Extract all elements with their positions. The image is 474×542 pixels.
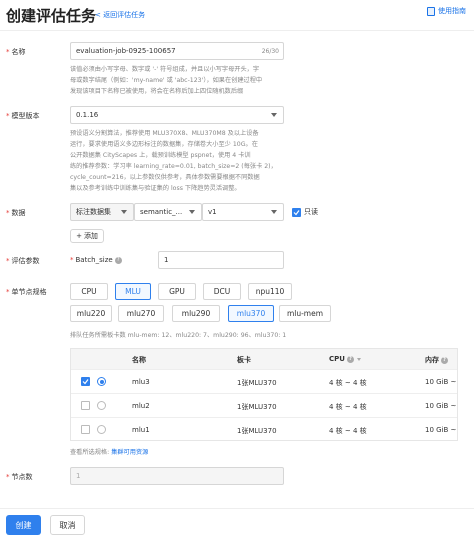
chip-cpu[interactable]: CPU bbox=[70, 283, 108, 300]
model-version-select[interactable]: 0.1.16 bbox=[70, 106, 284, 124]
required-mark: * bbox=[70, 256, 74, 264]
readonly-label: 只读 bbox=[304, 208, 318, 216]
node-count-value: 1 bbox=[76, 472, 81, 480]
name-label: * 名称 bbox=[6, 48, 26, 56]
cluster-resources-link[interactable]: 集群可用资源 bbox=[111, 449, 148, 456]
name-counter: 26/30 bbox=[261, 47, 279, 55]
name-value: evaluation-job-0925-100657 bbox=[76, 47, 176, 55]
table-header: 名称 板卡 CPU? 内存? bbox=[71, 349, 457, 369]
chip-mlu220[interactable]: mlu220 bbox=[70, 305, 112, 322]
cell-name: mlu1 bbox=[132, 426, 150, 434]
header-cpu: CPU? bbox=[329, 355, 361, 363]
cell-name: mlu2 bbox=[132, 402, 150, 410]
chip-mlu290[interactable]: mlu290 bbox=[172, 305, 220, 322]
page-title: 创建评估任务 bbox=[6, 7, 97, 25]
batch-size-value: 1 bbox=[164, 256, 169, 264]
batch-size-label: * Batch_size? bbox=[70, 256, 122, 264]
cell-cpu: 4 核 ~ 4 核 bbox=[329, 379, 367, 387]
sort-icon[interactable] bbox=[356, 357, 361, 361]
add-data-label: 添加 bbox=[83, 232, 98, 240]
chip-mlu270[interactable]: mlu270 bbox=[118, 305, 164, 322]
plus-icon: + bbox=[76, 232, 82, 240]
table-row[interactable]: mlu1 1张MLU370 4 核 ~ 4 核 10 GiB ~ bbox=[71, 417, 457, 441]
name-input[interactable]: evaluation-job-0925-100657 26/30 bbox=[70, 42, 284, 60]
chip-mlu-mem[interactable]: mlu-mem bbox=[279, 305, 331, 322]
guide-label: 使用指南 bbox=[438, 7, 466, 15]
cell-card: 1张MLU370 bbox=[237, 427, 277, 435]
cell-cpu: 4 核 ~ 4 核 bbox=[329, 403, 367, 411]
chevron-left-icon: < bbox=[95, 11, 101, 19]
chip-mlu[interactable]: MLU bbox=[115, 283, 151, 300]
dataset-value: semantic_... bbox=[140, 208, 183, 216]
batch-size-input[interactable]: 1 bbox=[158, 251, 284, 269]
dataset-version-select[interactable]: v1 bbox=[202, 203, 284, 221]
chevron-down-icon bbox=[271, 210, 277, 214]
cell-mem: 10 GiB ~ bbox=[425, 378, 457, 386]
required-mark: * bbox=[6, 473, 10, 481]
help-icon[interactable]: ? bbox=[114, 256, 122, 264]
cell-card: 1张MLU370 bbox=[237, 379, 277, 387]
help-icon[interactable]: ? bbox=[346, 355, 354, 363]
cell-mem: 10 GiB ~ bbox=[425, 426, 457, 434]
chevron-down-icon bbox=[271, 113, 277, 117]
table-row[interactable]: mlu2 1张MLU370 4 核 ~ 4 核 10 GiB ~ bbox=[71, 393, 457, 417]
spec-footer: 查看所选规格: 集群可用资源 bbox=[70, 449, 149, 456]
node-count-input[interactable]: 1 bbox=[70, 467, 284, 485]
data-label: * 数据 bbox=[6, 209, 26, 217]
row-radio[interactable] bbox=[97, 401, 106, 410]
header-name: 名称 bbox=[132, 356, 146, 364]
chevron-down-icon bbox=[189, 210, 195, 214]
row-checkbox[interactable] bbox=[81, 425, 90, 434]
row-checkbox[interactable] bbox=[81, 377, 90, 386]
required-mark: * bbox=[6, 257, 10, 265]
dataset-select[interactable]: semantic_... bbox=[134, 203, 202, 221]
required-mark: * bbox=[6, 288, 10, 296]
cancel-button[interactable]: 取消 bbox=[50, 515, 85, 535]
dataset-version-value: v1 bbox=[208, 208, 217, 216]
chip-gpu[interactable]: GPU bbox=[158, 283, 196, 300]
row-radio[interactable] bbox=[97, 425, 106, 434]
model-version-label: * 模型版本 bbox=[6, 112, 40, 120]
model-version-help: 预设语义分割算法，推荐使用 MLU370X8、MLU370M8 及以上设备 运行… bbox=[70, 130, 277, 192]
back-link-label: 返回评估任务 bbox=[103, 11, 146, 19]
data-type-value: 标注数据集 bbox=[76, 208, 111, 216]
node-count-label: * 节点数 bbox=[6, 473, 33, 481]
check-icon bbox=[292, 207, 301, 217]
required-mark: * bbox=[6, 209, 10, 217]
help-icon[interactable]: ? bbox=[441, 356, 448, 364]
chip-npu110[interactable]: npu110 bbox=[248, 283, 292, 300]
cell-name: mlu3 bbox=[132, 378, 150, 386]
node-spec-label: * 单节点规格 bbox=[6, 288, 47, 296]
row-radio[interactable] bbox=[97, 377, 106, 386]
queue-info: 排队任务所需板卡数 mlu-mem: 12、mlu220: 7、mlu290: … bbox=[70, 332, 287, 339]
required-mark: * bbox=[6, 112, 10, 120]
eval-params-label: * 评估参数 bbox=[6, 257, 40, 265]
back-link[interactable]: < 返回评估任务 bbox=[95, 10, 145, 20]
table-row[interactable]: mlu3 1张MLU370 4 核 ~ 4 核 10 GiB ~ bbox=[71, 369, 457, 393]
guide-link[interactable]: 使用指南 bbox=[427, 6, 466, 16]
chip-dcu[interactable]: DCU bbox=[203, 283, 241, 300]
header-card: 板卡 bbox=[237, 356, 251, 364]
readonly-checkbox[interactable]: 只读 bbox=[292, 207, 318, 217]
cell-card: 1张MLU370 bbox=[237, 403, 277, 411]
cell-mem: 10 GiB ~ bbox=[425, 402, 457, 410]
chevron-down-icon bbox=[121, 210, 127, 214]
required-mark: * bbox=[6, 48, 10, 56]
row-checkbox[interactable] bbox=[81, 401, 90, 410]
name-help: 该值必须由小写字母、数字或 '-' 符号组成，并且以小写字母开头，字 母或数字结… bbox=[70, 66, 263, 95]
spec-table: 名称 板卡 CPU? 内存? mlu3 1张MLU370 4 核 ~ 4 核 1… bbox=[70, 348, 458, 441]
header-mem: 内存? bbox=[425, 355, 448, 365]
cell-cpu: 4 核 ~ 4 核 bbox=[329, 427, 367, 435]
add-data-button[interactable]: + 添加 bbox=[70, 229, 104, 243]
book-icon bbox=[427, 6, 435, 16]
create-button[interactable]: 创建 bbox=[6, 515, 41, 535]
chip-mlu370[interactable]: mlu370 bbox=[228, 305, 274, 322]
header-divider bbox=[0, 30, 474, 31]
model-version-value: 0.1.16 bbox=[76, 111, 99, 119]
data-type-select[interactable]: 标注数据集 bbox=[70, 203, 134, 221]
